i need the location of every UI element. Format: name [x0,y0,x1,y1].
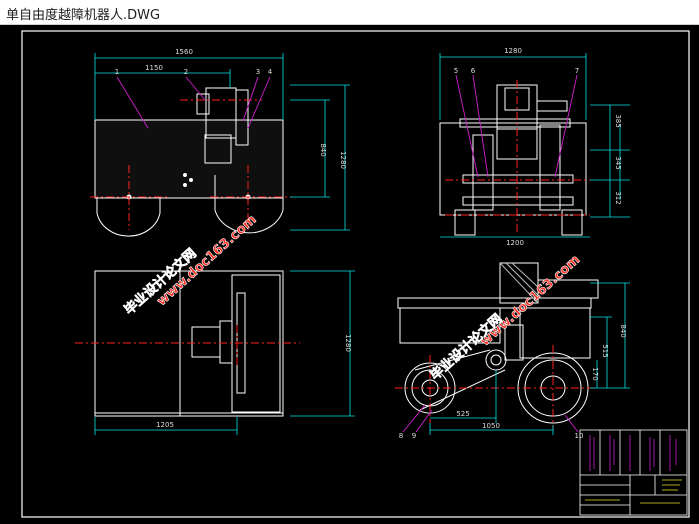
balloon-7: 7 [575,67,579,75]
dim-312: 312 [614,191,622,204]
dim-1050: 1050 [482,422,500,430]
balloon-10: 10 [575,432,584,440]
cad-drawing: 1560 1150 840 1280 1 2 3 4 1280 1200 385… [21,30,690,518]
watermark-2-line2: www.doc163.com [478,252,583,349]
drawing-canvas[interactable]: 1560 1150 840 1280 1 2 3 4 1280 1200 385… [0,25,699,524]
dim-1560: 1560 [175,48,193,56]
window-title: 单自由度越障机器人.DWG [6,8,161,23]
watermark-1-line2: www.doc163.com [154,212,259,309]
watermark-2-line1: 毕业设计论文网 [427,311,505,384]
top-view [94,87,284,237]
dim-840: 840 [319,143,327,156]
balloon-3: 3 [256,68,260,76]
side-view-centerlines [445,80,590,235]
iso-view [397,262,599,424]
title-block-fields [585,479,682,504]
balloon-4: 4 [268,68,273,76]
dim-170: 170 [591,367,599,380]
side-view-dimensions [439,53,630,238]
dim-525: 525 [456,410,469,418]
title-block-entries [589,435,677,471]
iso-top-plate [397,297,592,309]
front-view-centerlines [75,325,300,365]
balloon-6: 6 [471,67,476,75]
watermark-1: 毕业设计论文网 www.doc163.com [121,212,260,319]
body-rect [94,119,284,199]
balloon-2: 2 [184,68,188,76]
dim-385: 385 [614,114,622,127]
balloon-5: 5 [454,67,458,75]
balloon-8: 8 [399,432,403,440]
dim-1200: 1200 [506,239,524,247]
drawing-frame [21,30,690,518]
dim-840-iso: 840 [619,324,627,337]
dim-515: 515 [601,344,609,357]
dim-345: 345 [614,156,622,169]
dim-1280-side: 1280 [504,47,522,55]
balloon-9: 9 [412,432,416,440]
dim-1150: 1150 [145,64,163,72]
balloon-1: 1 [115,68,119,76]
title-block [579,429,688,516]
dim-1280-top: 1280 [339,151,347,169]
watermark-2: 毕业设计论文网 www.doc163.com [427,252,584,384]
dim-1280-front: 1280 [344,334,352,352]
side-view [439,84,587,236]
dim-1205: 1205 [156,421,174,429]
iso-pulley [485,349,507,371]
window-titlebar: 单自由度越障机器人.DWG [0,0,699,25]
